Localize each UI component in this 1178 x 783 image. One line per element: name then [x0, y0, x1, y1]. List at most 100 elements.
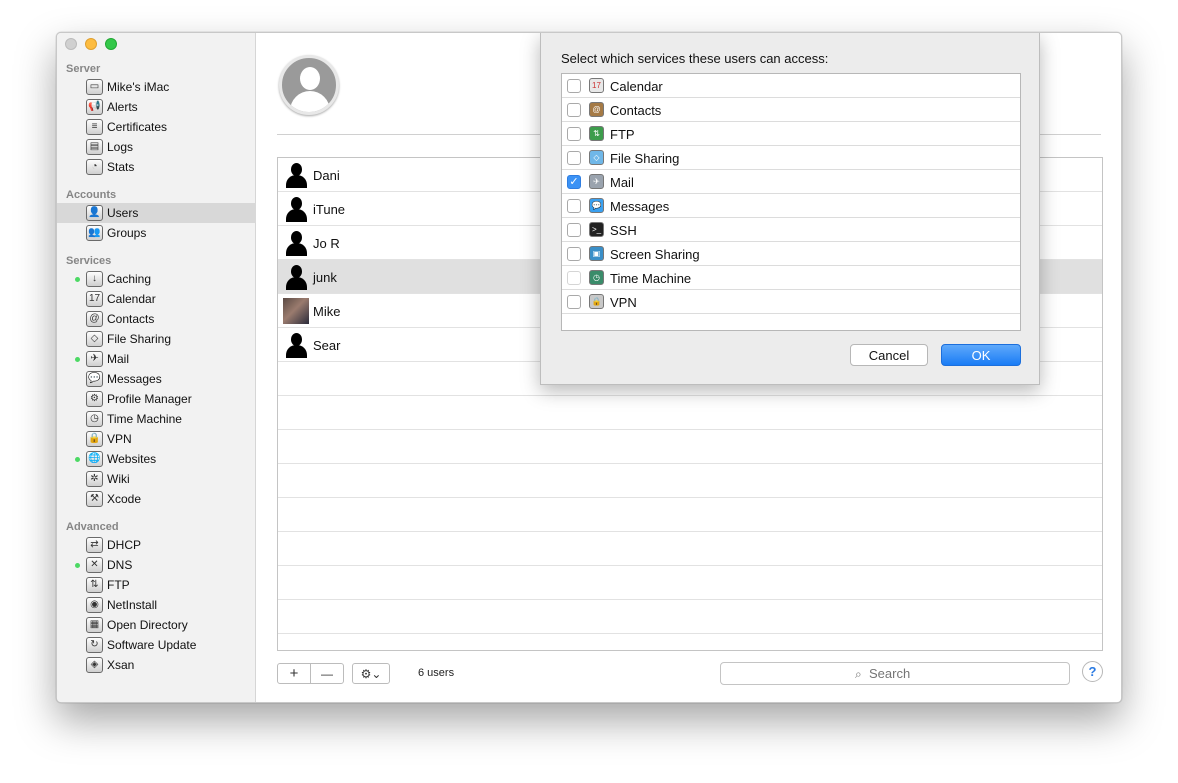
sidebar-item-xcode[interactable]: ⚒ Xcode: [57, 489, 256, 509]
sidebar-item-label: Open Directory: [107, 618, 188, 632]
sidebar-section-title: Services: [66, 255, 112, 267]
add-user-button[interactable]: +: [277, 663, 311, 684]
sidebar-item-file-sharing[interactable]: ◇ File Sharing: [57, 329, 256, 349]
sidebar-item-certificates[interactable]: ≡ Certificates: [57, 117, 256, 137]
sidebar-section-title: Accounts: [66, 189, 117, 201]
sidebar-item-dns[interactable]: ✕ DNS: [57, 555, 256, 575]
service-label: Calendar: [610, 79, 663, 94]
ok-button[interactable]: OK: [941, 344, 1021, 366]
service-label: File Sharing: [610, 151, 680, 166]
cancel-button[interactable]: Cancel: [850, 344, 928, 366]
main-pane: Dani iTune Jo R junk Mike Sear + — ⚙︎⌄ 6 user…: [257, 33, 1121, 702]
service-row-time-machine[interactable]: ◷ Time Machine: [562, 266, 1020, 290]
service-checkbox[interactable]: [567, 223, 581, 237]
sidebar-item-label: File Sharing: [107, 332, 172, 346]
sidebar-item-label: Certificates: [107, 120, 168, 134]
sidebar-item-label: Calendar: [107, 292, 156, 306]
sidebar-item-label: FTP: [107, 578, 130, 592]
user-photo-avatar: [283, 298, 309, 324]
service-row-ssh[interactable]: >_ SSH: [562, 218, 1020, 242]
sidebar-item-label: Logs: [107, 140, 134, 154]
service-checkbox[interactable]: [567, 151, 581, 165]
service-checkbox[interactable]: [567, 295, 581, 309]
service-checkbox[interactable]: [567, 103, 581, 117]
empty-list-row: [278, 498, 1102, 532]
sidebar-item-profile-manager[interactable]: ⚙ Profile Manager: [57, 389, 256, 409]
sidebar-item-wiki[interactable]: ✲ Wiki: [57, 469, 256, 489]
sidebar-item-dhcp[interactable]: ⇄ DHCP: [57, 535, 256, 555]
service-row-mail[interactable]: ✓ ✈ Mail: [562, 170, 1020, 194]
sidebar-item-caching[interactable]: ↓ Caching: [57, 269, 256, 289]
contacts-icon: @: [589, 102, 604, 117]
search-input[interactable]: [869, 666, 1059, 681]
minimize-window-button[interactable]: [85, 38, 97, 50]
search-field[interactable]: ⌕: [720, 662, 1070, 685]
sidebar-item-logs[interactable]: ▤ Logs: [57, 137, 256, 157]
service-running-indicator: [75, 357, 80, 362]
service-row-file-sharing[interactable]: ◇ File Sharing: [562, 146, 1020, 170]
mail-icon: ✈: [86, 351, 103, 367]
sidebar-section-title: Advanced: [66, 521, 119, 533]
sidebar-item-messages[interactable]: 💬 Messages: [57, 369, 256, 389]
service-row-vpn[interactable]: 🔒 VPN: [562, 290, 1020, 314]
help-button[interactable]: ?: [1082, 661, 1103, 682]
sidebar-item-contacts[interactable]: @ Contacts: [57, 309, 256, 329]
service-label: FTP: [610, 127, 635, 142]
sidebar-item-time-machine[interactable]: ◷ Time Machine: [57, 409, 256, 429]
service-checkbox[interactable]: [567, 127, 581, 141]
sidebar-item-ftp[interactable]: ⇅ FTP: [57, 575, 256, 595]
service-checkbox[interactable]: [567, 271, 581, 285]
gear-action-menu-button[interactable]: ⚙︎⌄: [352, 663, 390, 684]
close-window-button[interactable]: [65, 38, 77, 50]
sidebar-item-vpn[interactable]: 🔒 VPN: [57, 429, 256, 449]
service-label: Screen Sharing: [610, 247, 700, 262]
service-row-ftp[interactable]: ⇅ FTP: [562, 122, 1020, 146]
service-label: Mail: [610, 175, 634, 190]
sidebar-item-label: Websites: [107, 452, 157, 466]
service-row-messages[interactable]: 💬 Messages: [562, 194, 1020, 218]
service-row-screen-sharing[interactable]: ▣ Screen Sharing: [562, 242, 1020, 266]
sidebar-item-xsan[interactable]: ◈ Xsan: [57, 655, 256, 675]
service-checkbox[interactable]: ✓: [567, 175, 581, 189]
sidebar-item-netinstall[interactable]: ◉ NetInstall: [57, 595, 256, 615]
sidebar-item-label: Messages: [107, 372, 162, 386]
service-checkbox[interactable]: [567, 79, 581, 93]
sidebar-item-software-update[interactable]: ↻ Software Update: [57, 635, 256, 655]
calendar-icon: 17: [589, 78, 604, 93]
sidebar-item-groups[interactable]: 👥 Groups: [57, 223, 256, 243]
service-row-contacts[interactable]: @ Contacts: [562, 98, 1020, 122]
sidebar-item-websites[interactable]: 🌐 Websites: [57, 449, 256, 469]
imac-icon: ▭: [86, 79, 103, 95]
sidebar-item-mail[interactable]: ✈ Mail: [57, 349, 256, 369]
wiki-icon: ✲: [86, 471, 103, 487]
remove-user-button[interactable]: —: [310, 663, 344, 684]
service-label: Contacts: [610, 103, 662, 118]
sidebar-item-alerts[interactable]: 📢 Alerts: [57, 97, 256, 117]
service-running-indicator: [75, 563, 80, 568]
file-sharing-icon: ◇: [86, 331, 103, 347]
sidebar-item-label: Wiki: [107, 472, 130, 486]
sidebar-item-open-directory[interactable]: ▦ Open Directory: [57, 615, 256, 635]
empty-list-row: [278, 464, 1102, 498]
sidebar-item-stats[interactable]: ◔ Stats: [57, 157, 256, 177]
xsan-icon: ◈: [86, 657, 103, 673]
caching-icon: ↓: [86, 271, 103, 287]
user-name: iTune: [313, 202, 346, 217]
sidebar: Server ▭ Mike's iMac 📢 Alerts ≡ Certificates ▤ L…: [57, 33, 256, 702]
sidebar-item-users[interactable]: 👤 Users: [57, 203, 256, 223]
sidebar-item-label: Mike's iMac: [107, 80, 170, 94]
sidebar-item-label: Software Update: [107, 638, 197, 652]
zoom-window-button[interactable]: [105, 38, 117, 50]
ftp-icon: ⇅: [86, 577, 103, 593]
user-silhouette-icon: [283, 332, 309, 358]
sheet-title: Select which services these users can ac…: [561, 51, 829, 66]
ssh-terminal-icon: >_: [589, 222, 604, 237]
sidebar-item-calendar[interactable]: 17 Calendar: [57, 289, 256, 309]
service-row-calendar[interactable]: 17 Calendar: [562, 74, 1020, 98]
sidebar-item-mike-s-imac[interactable]: ▭ Mike's iMac: [57, 77, 256, 97]
user-name: Jo R: [313, 236, 340, 251]
messages-icon: 💬: [86, 371, 103, 387]
sidebar-item-label: VPN: [107, 432, 132, 446]
service-checkbox[interactable]: [567, 199, 581, 213]
service-checkbox[interactable]: [567, 247, 581, 261]
